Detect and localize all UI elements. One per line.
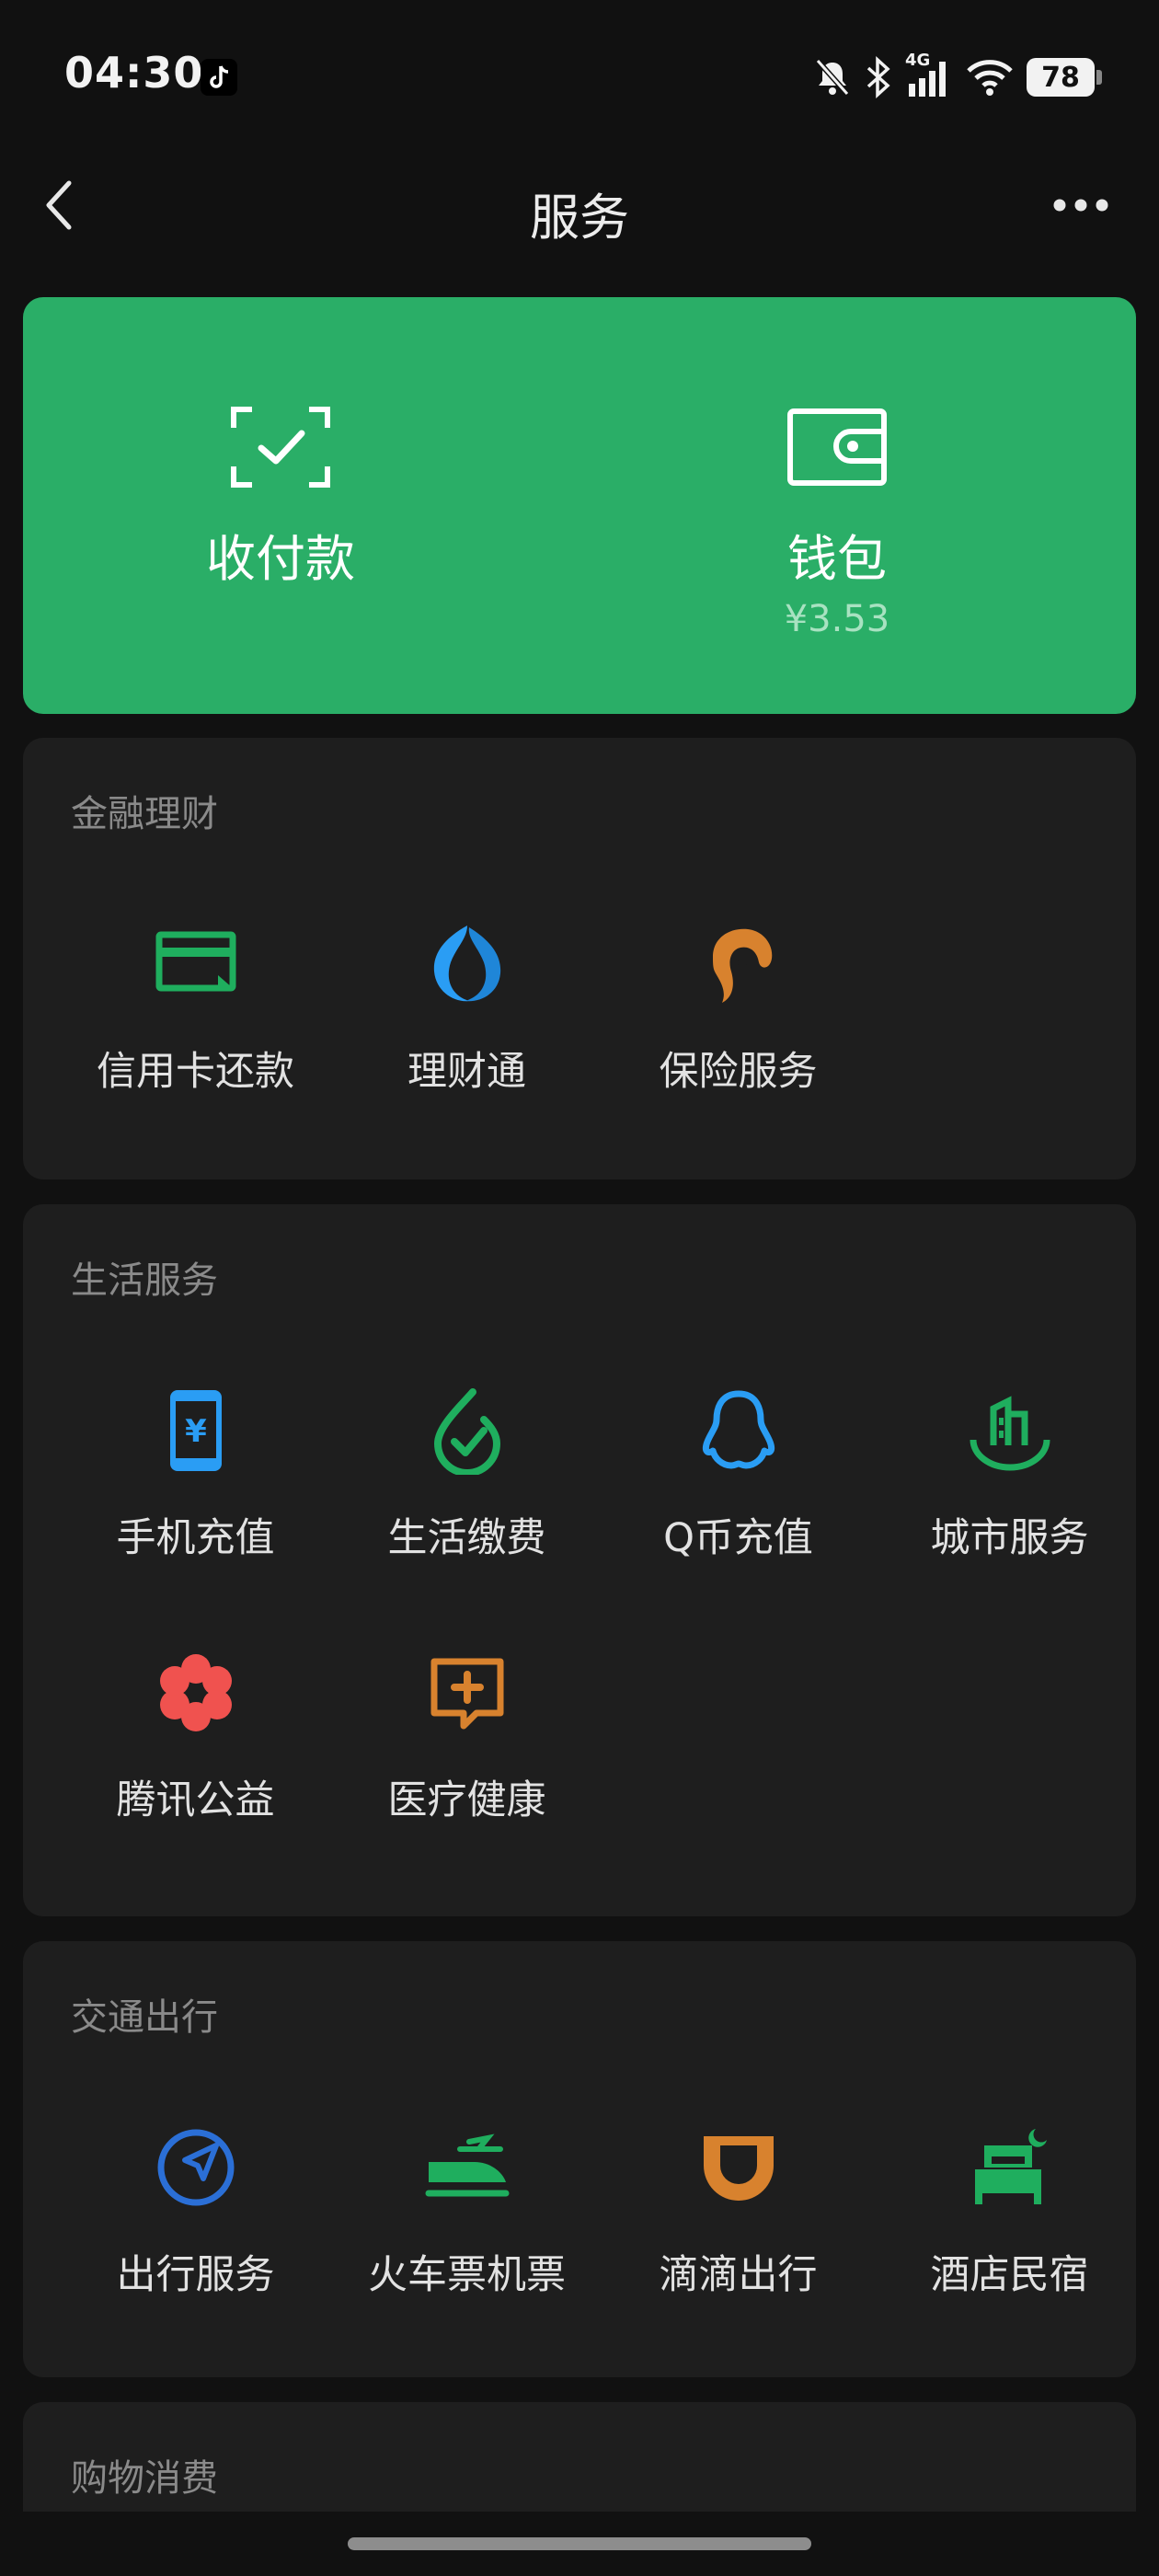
pay-receive-label: 收付款 [206, 530, 355, 588]
credit-card-icon [155, 931, 235, 992]
home-indicator[interactable] [348, 2537, 811, 2550]
wallet-icon [787, 408, 887, 486]
phone-topup-icon: ¥ [169, 1390, 222, 1471]
more-button[interactable] [1039, 173, 1122, 237]
battery-level: 78 [1041, 61, 1080, 94]
section-travel: 交通出行 出行服务 火车票机票 滴滴出行 酒店民宿 [23, 1941, 1136, 2377]
section-finance: 金融理财 信用卡还款 理财通 保险服务 [23, 738, 1136, 1179]
wallet-balance: ¥3.53 [784, 598, 890, 640]
services-page: 04:30 4G 78 服务 收付款 钱包 ¥3.53 金融理财 信用卡还款 理… [0, 0, 1159, 2576]
service-train-flight[interactable]: 火车票机票 [331, 2123, 602, 2300]
qq-penguin-icon [702, 1390, 775, 1469]
service-didi[interactable]: 滴滴出行 [602, 2123, 874, 2300]
train-plane-icon [425, 2133, 509, 2197]
service-label: 火车票机票 [368, 2252, 566, 2298]
service-label: 生活缴费 [387, 1515, 546, 1561]
bluetooth-icon [866, 56, 890, 98]
city-service-icon [970, 1396, 1050, 1471]
service-qcoin-topup[interactable]: Q币充值 [602, 1386, 874, 1563]
service-label: 酒店民宿 [930, 2252, 1089, 2298]
mute-bell-icon [815, 59, 850, 96]
status-bar: 04:30 4G 78 [0, 0, 1159, 156]
hotel-bed-icon [974, 2129, 1047, 2204]
utility-bill-icon [433, 1388, 500, 1475]
service-mobility[interactable]: 出行服务 [60, 2123, 331, 2300]
service-city[interactable]: 城市服务 [874, 1386, 1145, 1563]
section-life: 生活服务 ¥ 手机充值 生活缴费 Q币充值 城市服务 腾讯公益 医疗健康 [23, 1204, 1136, 1916]
service-hotel[interactable]: 酒店民宿 [874, 2123, 1145, 2300]
status-time: 04:30 [64, 48, 204, 98]
service-label: 保险服务 [659, 1049, 818, 1095]
section-title: 生活服务 [71, 1259, 218, 1302]
insurance-icon [712, 928, 772, 1003]
service-utility-bills[interactable]: 生活缴费 [331, 1386, 602, 1563]
section-title: 金融理财 [71, 793, 218, 835]
service-phone-topup[interactable]: ¥ 手机充值 [60, 1386, 331, 1563]
service-label: 腾讯公益 [116, 1777, 275, 1823]
medical-icon [430, 1658, 503, 1730]
service-tencent-charity[interactable]: 腾讯公益 [60, 1649, 331, 1825]
service-medical[interactable]: 医疗健康 [331, 1649, 602, 1825]
navigation-icon [157, 2129, 234, 2206]
scan-check-icon [231, 407, 330, 488]
service-label: Q币充值 [663, 1515, 813, 1561]
nav-bar: 服务 [0, 156, 1159, 258]
page-title: 服务 [530, 189, 629, 247]
service-label: 信用卡还款 [97, 1049, 294, 1095]
section-title: 交通出行 [71, 1996, 218, 2039]
more-dots-icon [1053, 199, 1108, 212]
licaitong-icon [433, 926, 500, 1002]
section-title: 购物消费 [71, 2457, 218, 2500]
tiktok-icon [201, 59, 237, 96]
wallet-label: 钱包 [787, 530, 887, 588]
service-label: 出行服务 [116, 2252, 275, 2298]
service-label: 滴滴出行 [659, 2252, 818, 2298]
service-insurance[interactable]: 保险服务 [602, 920, 874, 1097]
service-label: 城市服务 [930, 1515, 1089, 1561]
service-label: 理财通 [407, 1049, 526, 1095]
payment-card: 收付款 钱包 ¥3.53 [23, 297, 1136, 714]
pay-receive-button[interactable]: 收付款 [23, 297, 538, 714]
signal-icon: 4G [905, 51, 953, 98]
service-credit-card-repay[interactable]: 信用卡还款 [60, 920, 331, 1097]
charity-flower-icon [159, 1654, 232, 1731]
wallet-button[interactable]: 钱包 ¥3.53 [538, 297, 1136, 714]
service-licaitong[interactable]: 理财通 [331, 920, 602, 1097]
didi-icon [703, 2136, 774, 2201]
battery-icon: 78 [1027, 58, 1102, 97]
svg-text:¥: ¥ [185, 1413, 207, 1450]
service-label: 手机充值 [116, 1515, 275, 1561]
service-label: 医疗健康 [387, 1777, 546, 1823]
status-icons: 4G 78 [813, 50, 1102, 105]
wifi-icon [967, 60, 1013, 96]
